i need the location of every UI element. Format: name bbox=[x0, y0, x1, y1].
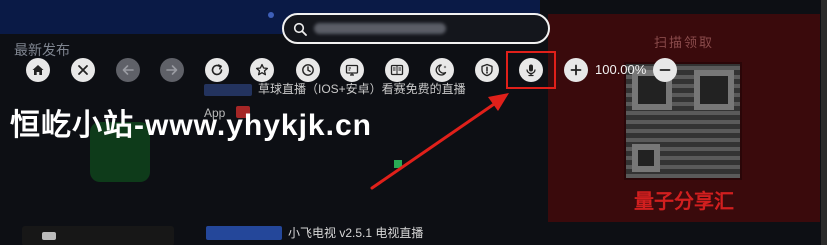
minus-icon bbox=[659, 69, 671, 71]
section-title: 最新发布 bbox=[14, 42, 70, 58]
status-dot bbox=[394, 160, 402, 168]
close-button[interactable] bbox=[71, 58, 95, 82]
bottom-title: 小飞电视 v2.5.1 电视直播 bbox=[288, 226, 424, 240]
arrow-right-icon bbox=[166, 65, 178, 75]
history-button[interactable] bbox=[296, 58, 320, 82]
zoom-level: 100.00% bbox=[595, 62, 647, 77]
back-button[interactable] bbox=[116, 58, 140, 82]
highlight-annotation-box bbox=[506, 51, 556, 89]
desktop-icon bbox=[345, 64, 359, 76]
reader-mode-button[interactable] bbox=[385, 58, 409, 82]
promo-panel: 扫描领取 量子分享汇 bbox=[548, 14, 820, 222]
moon-icon bbox=[435, 64, 447, 76]
promo-header: 扫描领取 bbox=[653, 35, 714, 50]
close-icon bbox=[78, 65, 88, 75]
shield-icon bbox=[481, 63, 493, 77]
qr-code bbox=[624, 62, 742, 180]
zoom-in-button[interactable] bbox=[564, 58, 588, 82]
plus-icon bbox=[570, 64, 582, 76]
bottom-tag bbox=[206, 226, 282, 240]
tv-icon bbox=[42, 232, 56, 240]
home-icon bbox=[32, 65, 44, 75]
night-mode-button[interactable] bbox=[430, 58, 454, 82]
promo-footer: 量子分享汇 bbox=[634, 191, 734, 213]
desktop-mode-button[interactable] bbox=[340, 58, 364, 82]
search-icon bbox=[293, 22, 307, 36]
bottom-list-item[interactable]: 小飞电视 v2.5.1 电视直播 bbox=[14, 218, 554, 245]
book-icon bbox=[390, 64, 404, 76]
bookmark-button[interactable] bbox=[250, 58, 274, 82]
bottom-thumbnail bbox=[22, 226, 174, 245]
category-tag bbox=[204, 84, 252, 96]
refresh-button[interactable] bbox=[205, 58, 229, 82]
watermark-text: 恒屹小站-www.yhykjk.cn bbox=[10, 109, 372, 142]
header-dot bbox=[268, 12, 274, 18]
refresh-icon bbox=[211, 64, 223, 76]
app-title: 草球直播（IOS+安卓）看赛免费的直播 bbox=[258, 82, 466, 96]
address-bar[interactable] bbox=[282, 13, 550, 44]
zoom-out-button[interactable] bbox=[653, 58, 677, 82]
home-button[interactable] bbox=[26, 58, 50, 82]
clock-icon bbox=[302, 64, 314, 76]
adblock-button[interactable] bbox=[475, 58, 499, 82]
star-icon bbox=[255, 63, 269, 76]
arrow-left-icon bbox=[122, 65, 134, 75]
url-input[interactable] bbox=[314, 20, 542, 38]
qr-corner bbox=[632, 144, 660, 172]
window-edge bbox=[821, 0, 827, 245]
forward-button[interactable] bbox=[160, 58, 184, 82]
